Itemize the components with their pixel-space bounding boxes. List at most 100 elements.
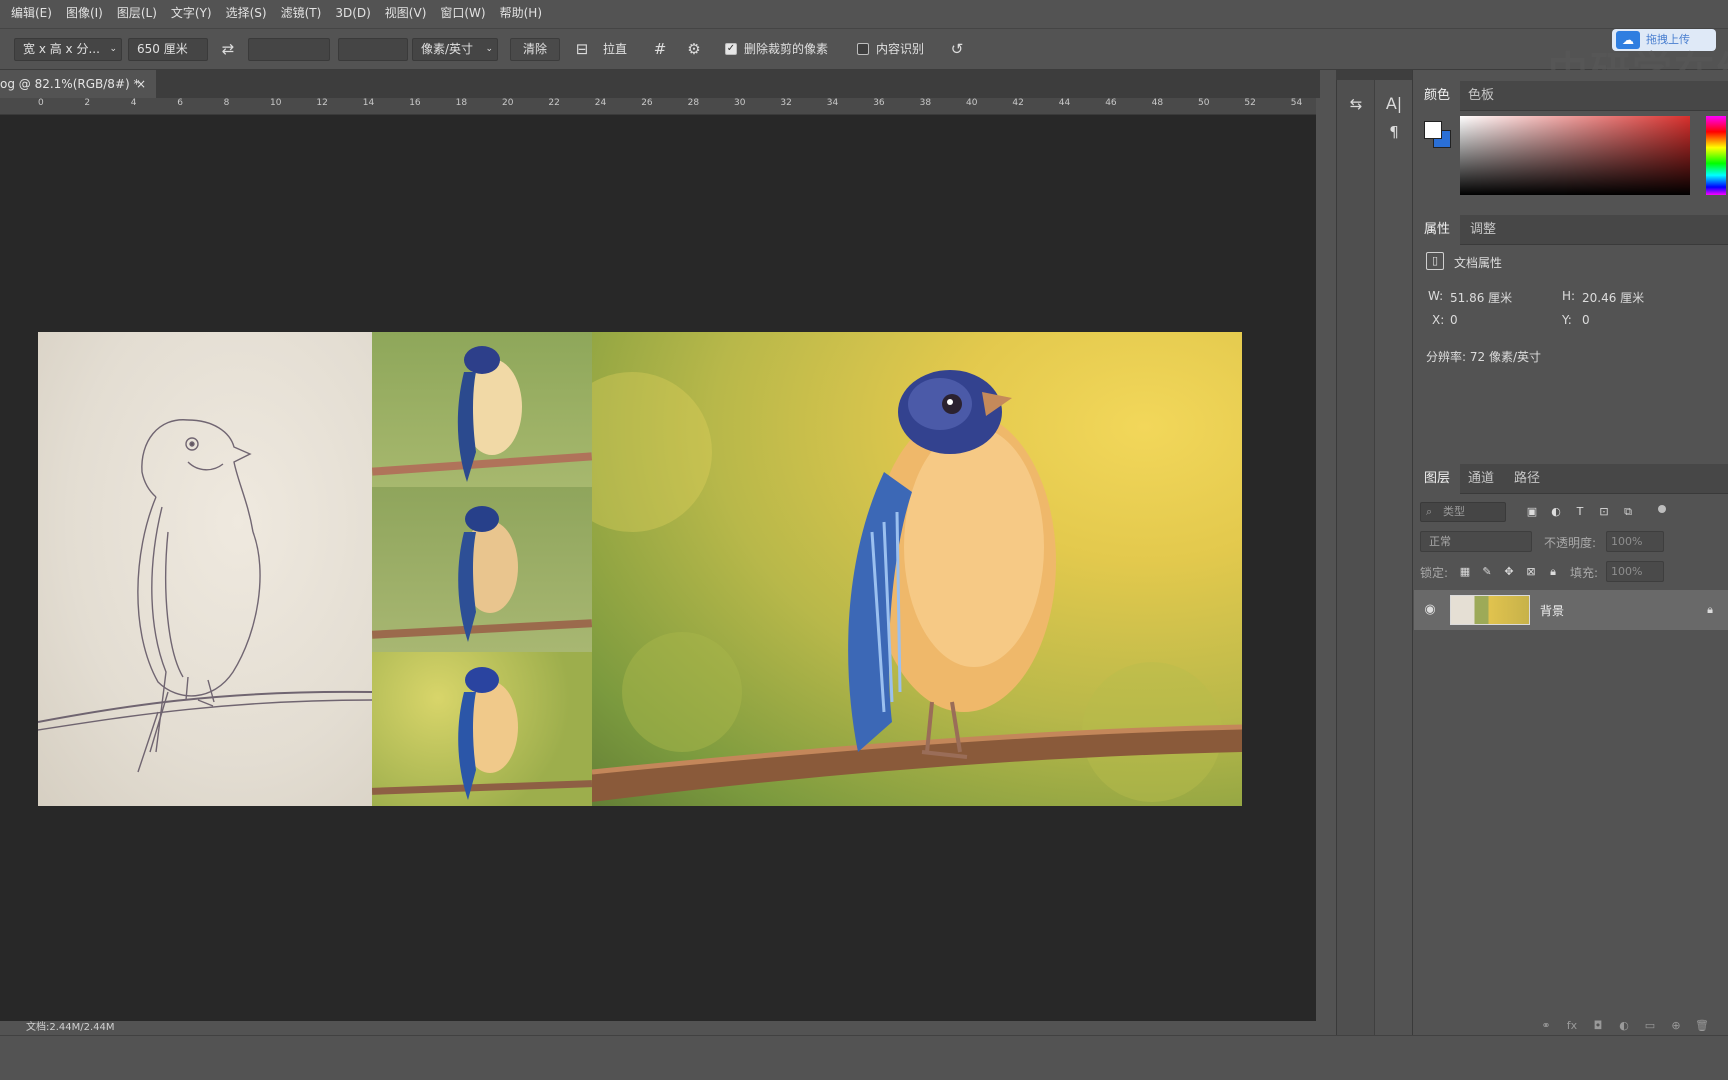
content-aware-label: 内容识别 <box>876 42 925 56</box>
menu-3d[interactable]: 3D(D) <box>328 0 377 26</box>
lock-label: 锁定: <box>1420 566 1449 580</box>
layer-filter-label: 类型 <box>1443 505 1465 518</box>
tab-swatches[interactable]: 色板 <box>1458 81 1504 111</box>
ruler-tick-label: 20 <box>502 98 514 108</box>
tab-color[interactable]: 颜色 <box>1414 81 1461 111</box>
link-layers-icon[interactable]: ⚭ <box>1538 1016 1554 1036</box>
y-value[interactable]: 0 <box>1582 313 1590 327</box>
ruler-tick-label: 12 <box>316 98 328 108</box>
status-bar: 文档:2.44M/2.44M <box>0 1021 1336 1035</box>
ruler-tick-label: 16 <box>409 98 421 108</box>
opacity-label: 不透明度: <box>1544 536 1597 550</box>
menu-edit[interactable]: 编辑(E) <box>4 0 59 26</box>
width-input[interactable]: 650 厘米 <box>128 38 208 61</box>
tab-adjustments[interactable]: 调整 <box>1460 215 1506 245</box>
h-value[interactable]: 20.46 厘米 <box>1582 289 1644 306</box>
filter-smartobject-icon[interactable]: ⧉ <box>1620 502 1636 522</box>
color-picker-field[interactable] <box>1460 116 1690 195</box>
filter-shape-icon[interactable]: ⊡ <box>1596 502 1612 522</box>
fill-value: 100% <box>1611 565 1643 578</box>
menu-window[interactable]: 窗口(W) <box>433 0 492 26</box>
blend-mode-select[interactable]: 正常 <box>1420 531 1532 552</box>
resolution-input[interactable] <box>338 38 408 61</box>
collapsed-panel-strip-2: A| ¶ <box>1374 70 1412 1035</box>
menu-view[interactable]: 视图(V) <box>378 0 434 26</box>
straighten-button[interactable]: 拉直 <box>603 38 627 61</box>
height-input[interactable] <box>248 38 330 61</box>
filter-adjustment-icon[interactable]: ◐ <box>1548 502 1564 522</box>
dock-collapse-bar[interactable] <box>1336 70 1412 80</box>
layer-thumbnail <box>1450 595 1530 625</box>
canvas-area[interactable] <box>0 115 1316 1021</box>
grid-overlay-icon[interactable]: # <box>650 39 670 59</box>
horizontal-ruler[interactable]: 0 2 4 6 8 10 12 14 16 18 20 22 24 26 28 30 32 34 36 38 40 42 4… <box>0 98 1316 115</box>
menu-help[interactable]: 帮助(H) <box>493 0 549 26</box>
tab-channels[interactable]: 通道 <box>1458 464 1504 494</box>
document-tab[interactable]: og @ 82.1%(RGB/8#) * × <box>0 70 156 98</box>
delete-cropped-checkbox[interactable]: ✓ <box>725 43 737 55</box>
document-image <box>38 332 1242 806</box>
clear-button[interactable]: 清除 <box>510 38 560 61</box>
thumbnail-flat-color <box>372 332 592 487</box>
opacity-input[interactable]: 100% <box>1606 531 1664 552</box>
lock-move-icon[interactable]: ✥ <box>1502 562 1516 582</box>
gear-icon[interactable]: ⚙ <box>684 39 704 59</box>
new-layer-icon[interactable]: ⊕ <box>1668 1016 1684 1036</box>
lock-all-icon[interactable]: 🔒︎ <box>1546 562 1560 582</box>
layer-name[interactable]: 背景 <box>1540 602 1564 619</box>
menu-image[interactable]: 图像(I) <box>59 0 110 26</box>
eye-icon[interactable]: ◉ <box>1422 600 1438 620</box>
unit-select[interactable]: 像素/英寸 ⌄ <box>412 38 498 61</box>
ruler-tick-label: 2 <box>84 98 91 108</box>
tab-properties[interactable]: 属性 <box>1414 215 1461 245</box>
doc-props-title: 文档属性 <box>1454 256 1503 270</box>
w-value[interactable]: 51.86 厘米 <box>1450 289 1512 306</box>
lock-transparent-icon[interactable]: ▦ <box>1458 562 1472 582</box>
x-value[interactable]: 0 <box>1450 313 1458 327</box>
ruler-tick-label: 10 <box>270 98 282 108</box>
ruler-tick-label: 40 <box>966 98 978 108</box>
filter-toggle-icon[interactable] <box>1658 505 1666 513</box>
opacity-value: 100% <box>1611 535 1643 548</box>
tab-layers[interactable]: 图层 <box>1414 464 1461 494</box>
filter-type-icon[interactable]: T <box>1572 502 1588 522</box>
adjustment-layer-icon[interactable]: ◐ <box>1616 1016 1632 1036</box>
lock-artboard-icon[interactable]: ⊠ <box>1524 562 1538 582</box>
document-tab-title: og @ 82.1%(RGB/8#) * <box>0 77 140 91</box>
layers-panel-tabs: 图层 通道 路径 <box>1414 464 1728 494</box>
hue-slider[interactable] <box>1706 116 1726 195</box>
ruler-tick-label: 44 <box>1058 98 1071 108</box>
layer-row[interactable]: ◉ 背景 🔒︎ <box>1414 590 1728 630</box>
menu-select[interactable]: 选择(S) <box>219 0 274 26</box>
blend-mode-value: 正常 <box>1429 535 1451 548</box>
fill-input[interactable]: 100% <box>1606 561 1664 582</box>
w-label: W: <box>1428 289 1444 303</box>
add-mask-icon[interactable]: ◘ <box>1590 1016 1606 1036</box>
swap-icon[interactable]: ⇄ <box>218 39 238 59</box>
straighten-icon[interactable]: ⊟ <box>572 39 592 59</box>
sketch-panel <box>38 332 372 806</box>
paragraph-icon[interactable]: ¶ <box>1383 122 1405 142</box>
filter-pixel-icon[interactable]: ▣ <box>1524 502 1540 522</box>
foreground-color-swatch[interactable] <box>1424 121 1442 139</box>
lock-paint-icon[interactable]: ✎ <box>1480 562 1494 582</box>
content-aware-checkbox[interactable] <box>857 43 869 55</box>
delete-cropped-label: 删除裁剪的像素 <box>744 42 829 56</box>
layer-filter-select[interactable]: 类型 ⌕ <box>1420 502 1506 522</box>
reset-icon[interactable]: ↺ <box>946 39 968 59</box>
fx-icon[interactable]: fx <box>1564 1016 1580 1036</box>
vertical-scrollbar[interactable] <box>1316 115 1336 1021</box>
ruler-tick-label: 14 <box>362 98 375 108</box>
x-label: X: <box>1432 313 1445 327</box>
trash-icon[interactable]: 🗑︎ <box>1694 1016 1710 1036</box>
tab-paths[interactable]: 路径 <box>1504 464 1550 494</box>
new-group-icon[interactable]: ▭ <box>1642 1016 1658 1036</box>
history-icon[interactable]: ⇆ <box>1345 94 1367 114</box>
ratio-select[interactable]: 宽 x 高 x 分... ⌄ <box>14 38 122 61</box>
close-icon[interactable]: × <box>136 70 146 98</box>
menu-filter[interactable]: 滤镜(T) <box>274 0 329 26</box>
menu-type[interactable]: 文字(Y) <box>164 0 219 26</box>
menu-layer[interactable]: 图层(L) <box>110 0 164 26</box>
character-icon[interactable]: A| <box>1383 94 1405 114</box>
lock-icon: 🔒︎ <box>1707 603 1713 616</box>
